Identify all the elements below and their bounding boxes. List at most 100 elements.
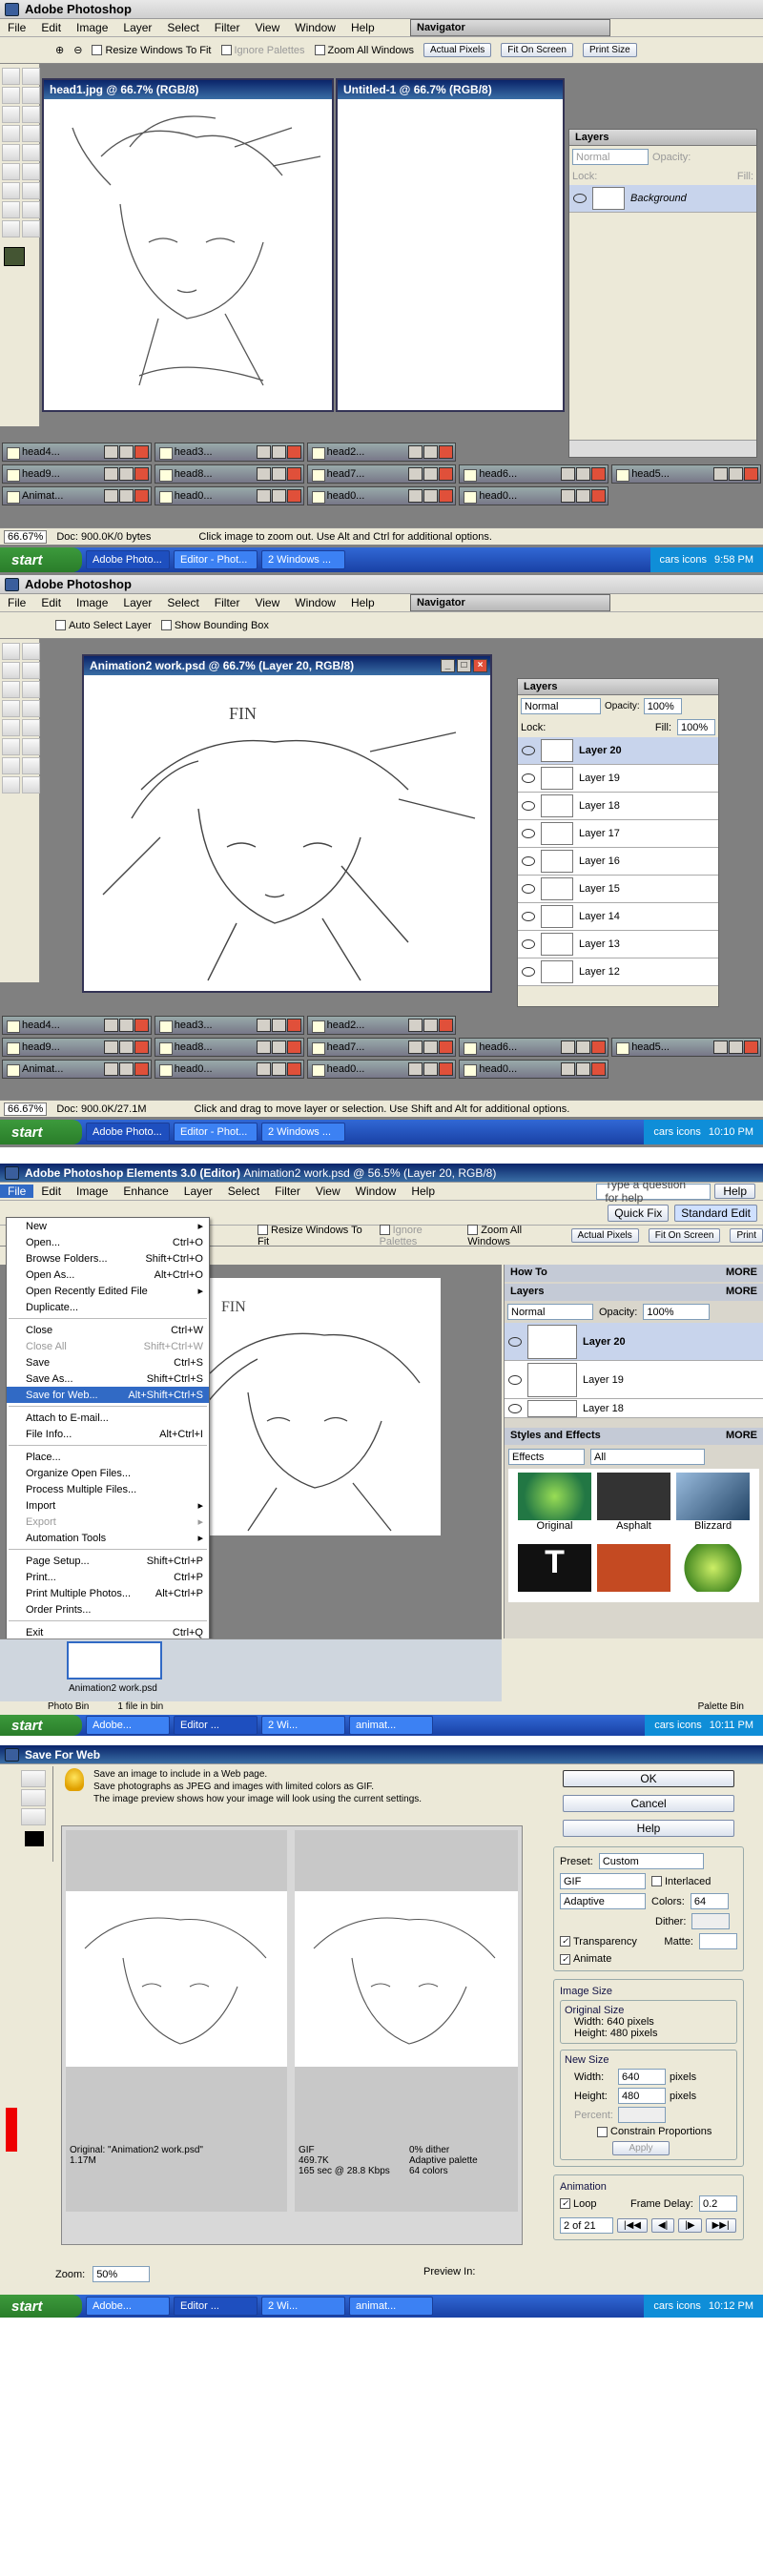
more-button[interactable]: MORE	[726, 1267, 757, 1280]
tool[interactable]	[22, 163, 40, 180]
more-button[interactable]: MORE	[726, 1286, 757, 1299]
tool[interactable]	[22, 738, 40, 755]
minimized-window[interactable]: head0...	[459, 1060, 609, 1079]
taskbar-item[interactable]: 2 Wi...	[261, 1716, 345, 1735]
layer-row[interactable]: Layer 13	[518, 931, 718, 958]
tool[interactable]	[2, 201, 20, 218]
zoom-all-checkbox[interactable]: Zoom All Windows	[467, 1225, 561, 1247]
effect-apple[interactable]	[676, 1544, 750, 1598]
menu-help[interactable]: Help	[343, 596, 382, 609]
zoom-all-checkbox[interactable]: Zoom All Windows	[314, 45, 414, 56]
eye-icon[interactable]	[508, 1336, 522, 1347]
minimized-window[interactable]: head6...	[459, 1038, 609, 1057]
tool[interactable]	[2, 738, 20, 755]
layer-row[interactable]: Layer 19	[518, 765, 718, 793]
taskbar-item[interactable]: animat...	[349, 2297, 433, 2316]
start-button[interactable]: start	[0, 1715, 82, 1736]
tool[interactable]	[2, 106, 20, 123]
tool[interactable]	[2, 125, 20, 142]
matte-select[interactable]	[699, 1933, 737, 1949]
optimized-preview[interactable]: GIF 469.7K 165 sec @ 28.8 Kbps 0% dither Ad…	[295, 1830, 518, 2212]
next-frame-icon[interactable]: |▶	[678, 2218, 702, 2233]
blend-mode-select[interactable]: Normal	[521, 698, 601, 714]
zoom-in-icon[interactable]: ⊕	[55, 44, 64, 56]
file-menu-item[interactable]: Open As... Alt+Ctrl+O	[7, 1267, 209, 1283]
zoom-out-icon[interactable]: ⊖	[73, 44, 82, 56]
dither-field[interactable]	[691, 1913, 731, 1929]
interlaced-checkbox[interactable]: Interlaced	[651, 1876, 711, 1887]
doc-size[interactable]: Doc: 900.0K/0 bytes	[56, 531, 151, 543]
resize-windows-checkbox[interactable]: Resize Windows To Fit	[92, 45, 212, 56]
file-menu-item[interactable]: Order Prints...	[7, 1601, 209, 1618]
fill-field[interactable]: 100%	[677, 719, 715, 735]
zoom-select[interactable]: 50%	[93, 2266, 151, 2282]
menu-view[interactable]: View	[247, 21, 287, 34]
navigator-tab[interactable]: Navigator	[410, 594, 610, 611]
tool[interactable]	[2, 700, 20, 717]
tool[interactable]	[2, 719, 20, 736]
file-menu-item[interactable]: Automation Tools ▸	[7, 1530, 209, 1546]
menu-file[interactable]: File	[0, 596, 33, 609]
apply-button[interactable]: Apply	[612, 2141, 670, 2155]
tool[interactable]	[2, 776, 20, 793]
eye-icon[interactable]	[522, 829, 535, 838]
minimized-window[interactable]: head7...	[306, 464, 457, 484]
taskbar-item[interactable]: Editor ...	[174, 1716, 258, 1735]
menu-image[interactable]: Image	[69, 21, 115, 34]
menu-filter[interactable]: Filter	[207, 596, 248, 609]
bin-thumbnail[interactable]	[67, 1641, 162, 1680]
eyedropper-color-swatch[interactable]	[25, 1831, 44, 1846]
menu-edit[interactable]: Edit	[33, 21, 69, 34]
tool[interactable]	[22, 201, 40, 218]
layer-row[interactable]: Layer 12	[518, 958, 718, 986]
taskbar-item[interactable]: Editor - Phot...	[174, 1123, 258, 1142]
minimized-window[interactable]: head3...	[154, 1016, 304, 1035]
minimized-window[interactable]: head0...	[306, 1060, 457, 1079]
minimized-window[interactable]: head4...	[2, 443, 152, 462]
file-menu-item[interactable]: New ▸	[7, 1218, 209, 1234]
zoom-field[interactable]: 66.67%	[4, 529, 48, 544]
minimized-window[interactable]: head0...	[306, 486, 457, 505]
minimized-window[interactable]: head0...	[459, 486, 609, 505]
auto-select-checkbox[interactable]: Auto Select Layer	[55, 620, 152, 631]
transparency-checkbox[interactable]: ✓ Transparency	[560, 1936, 637, 1947]
layer-row[interactable]: Background	[569, 185, 756, 213]
file-menu-item[interactable]: Open... Ctrl+O	[7, 1234, 209, 1250]
cancel-button[interactable]: Cancel	[563, 1795, 734, 1812]
photo-bin-label[interactable]: Photo Bin	[48, 1701, 89, 1715]
constrain-checkbox[interactable]: Constrain Proportions	[565, 2126, 732, 2137]
effect-original[interactable]: Original	[518, 1473, 591, 1538]
effect-text-style[interactable]: T	[518, 1544, 591, 1598]
menu-help[interactable]: Help	[403, 1185, 443, 1198]
height-input[interactable]: 480	[618, 2088, 666, 2104]
menu-window[interactable]: Window	[348, 1185, 404, 1198]
minimized-window[interactable]: Animat...	[2, 486, 152, 505]
minimized-window[interactable]: head9...	[2, 464, 152, 484]
minimized-window[interactable]: head2...	[306, 443, 457, 462]
file-menu-item[interactable]: Browse Folders... Shift+Ctrl+O	[7, 1250, 209, 1267]
file-menu-item[interactable]: Page Setup... Shift+Ctrl+P	[7, 1553, 209, 1569]
tool[interactable]	[22, 68, 40, 85]
file-menu-item[interactable]: Import ▸	[7, 1497, 209, 1514]
minimized-window[interactable]: head5...	[611, 1038, 761, 1057]
layer-row[interactable]: Layer 19	[505, 1361, 763, 1399]
menu-layer[interactable]: Layer	[115, 596, 159, 609]
actual-pixels-button[interactable]: Actual Pixels	[570, 1228, 639, 1243]
loop-checkbox[interactable]: ✓ Loop	[560, 2198, 596, 2210]
tool[interactable]	[2, 182, 20, 199]
fit-on-screen-button[interactable]: Fit On Screen	[501, 43, 573, 57]
eyedropper-tool-icon[interactable]	[21, 1808, 46, 1825]
menu-select[interactable]: Select	[159, 21, 206, 34]
eye-icon[interactable]	[522, 939, 535, 949]
file-menu-item[interactable]: Export ▸	[7, 1514, 209, 1530]
file-menu-item[interactable]: Duplicate...	[7, 1299, 209, 1315]
percent-input[interactable]	[618, 2107, 666, 2123]
start-button[interactable]: start	[0, 1120, 82, 1144]
eye-icon[interactable]	[508, 1374, 522, 1385]
file-menu-item[interactable]: Save Ctrl+S	[7, 1354, 209, 1370]
taskbar-item[interactable]: Editor - Phot...	[174, 550, 258, 569]
eye-icon[interactable]	[522, 773, 535, 783]
colors-select[interactable]: 64	[690, 1893, 729, 1909]
menu-help[interactable]: Help	[343, 21, 382, 34]
file-menu-item[interactable]: Close All Shift+Ctrl+W	[7, 1338, 209, 1354]
